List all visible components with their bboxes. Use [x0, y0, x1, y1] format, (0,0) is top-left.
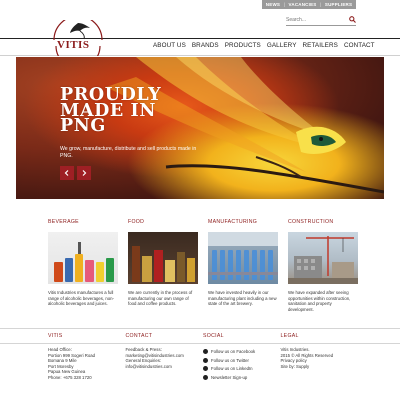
nav-about-us[interactable]: ABOUT US	[150, 42, 189, 49]
hero-title-line: PNG	[60, 116, 106, 136]
category-beverage-image[interactable]	[48, 232, 118, 284]
footer-col-contact: CONTACT Feedback & Press: marketing@viti…	[126, 333, 204, 382]
category-food[interactable]: FOOD We are currently in the process of …	[128, 219, 198, 312]
category-description: We have invested heavily in our manufact…	[208, 290, 277, 307]
hero-banner: PROUDLY MADE IN PNG We grow, manufacture…	[16, 57, 384, 199]
footer: VITIS Head Office: Portion 999 Sogeri Ro…	[48, 333, 358, 382]
category-description: We have expanded after seeing opportunit…	[288, 290, 351, 312]
search-icon[interactable]	[348, 16, 356, 24]
category-title[interactable]: FOOD	[128, 219, 198, 228]
social-label: Follow us on Twitter	[211, 357, 249, 363]
category-manufacturing-image[interactable]	[208, 232, 278, 284]
util-separator: |	[283, 2, 285, 7]
footer-line: Phone: +675 328 1720	[48, 374, 92, 380]
search-box	[286, 14, 356, 26]
footer-email-link[interactable]: info@vitisindustries.com	[126, 364, 204, 370]
category-description: Vitis Industries manufactures a full ran…	[48, 290, 114, 307]
category-description: We are currently in the process of manuf…	[128, 290, 193, 307]
hero-slider-controls	[60, 166, 91, 180]
category-title[interactable]: MANUFACTURING	[208, 219, 278, 228]
footer-heading: VITIS	[48, 333, 63, 339]
nav-retailers[interactable]: RETAILERS	[300, 42, 341, 49]
social-link-twitter[interactable]: Follow us on Twitter	[203, 356, 281, 365]
newsletter-icon	[203, 374, 208, 380]
category-construction[interactable]: CONSTRUCTION We have expanded after seei…	[288, 219, 358, 312]
social-label: Newsletter Sign-up	[211, 374, 248, 380]
social-link-facebook[interactable]: Follow us on Facebook	[203, 347, 281, 356]
category-title[interactable]: BEVERAGE	[48, 219, 118, 228]
utility-nav: NEWS | VACANCIES | SUPPLIERS	[262, 0, 356, 9]
twitter-icon	[203, 357, 208, 363]
footer-col-vitis: VITIS Head Office: Portion 999 Sogeri Ro…	[48, 333, 126, 382]
social-label: Follow us on Facebook	[211, 348, 256, 354]
category-food-image[interactable]	[128, 232, 198, 284]
category-manufacturing[interactable]: MANUFACTURING We have invested heavily i…	[208, 219, 278, 312]
slider-next-button[interactable]	[77, 166, 91, 180]
footer-heading: LEGAL	[280, 333, 299, 339]
footer-heading: SOCIAL	[203, 333, 224, 339]
util-link-news[interactable]: NEWS	[266, 2, 280, 7]
nav-products[interactable]: PRODUCTS	[222, 42, 264, 49]
newsletter-signup-link[interactable]: Newsletter Sign-up	[203, 373, 281, 382]
nav-brands[interactable]: BRANDS	[189, 42, 222, 49]
util-separator: |	[320, 2, 322, 7]
category-title[interactable]: CONSTRUCTION	[288, 219, 358, 228]
linkedin-icon	[203, 366, 208, 372]
footer-heading: CONTACT	[125, 333, 153, 339]
footer-divider	[0, 328, 400, 329]
footer-col-social: SOCIAL Follow us on Facebook Follow us o…	[203, 333, 281, 382]
search-input[interactable]	[286, 16, 341, 23]
category-grid: BEVERAGE Vitis Industries manufactures a…	[48, 219, 358, 312]
social-link-linkedin[interactable]: Follow us on LinkedIn	[203, 364, 281, 373]
footer-col-legal: LEGAL Vitis Industries. 2015 © All Right…	[281, 333, 359, 382]
chevron-right-icon	[82, 170, 87, 176]
slider-prev-button[interactable]	[60, 166, 74, 180]
facebook-icon	[203, 348, 208, 354]
util-link-suppliers[interactable]: SUPPLIERS	[325, 2, 352, 7]
social-label: Follow us on LinkedIn	[211, 366, 253, 372]
util-link-vacancies[interactable]: VACANCIES	[289, 2, 317, 7]
logo-text: VITIS	[57, 39, 90, 51]
main-nav: ABOUT US BRANDS PRODUCTS GALLERY RETAILE…	[150, 42, 378, 49]
category-beverage[interactable]: BEVERAGE Vitis Industries manufactures a…	[48, 219, 118, 312]
site-credit-link[interactable]: Site by: Supply	[281, 364, 359, 370]
chevron-left-icon	[64, 170, 69, 176]
nav-gallery[interactable]: GALLERY	[264, 42, 300, 49]
nav-contact[interactable]: CONTACT	[341, 42, 378, 49]
category-construction-image[interactable]	[288, 232, 358, 284]
hero-subtitle: We grow, manufacture, distribute and sel…	[60, 146, 197, 159]
hero-title: PROUDLY MADE IN PNG	[60, 87, 161, 136]
